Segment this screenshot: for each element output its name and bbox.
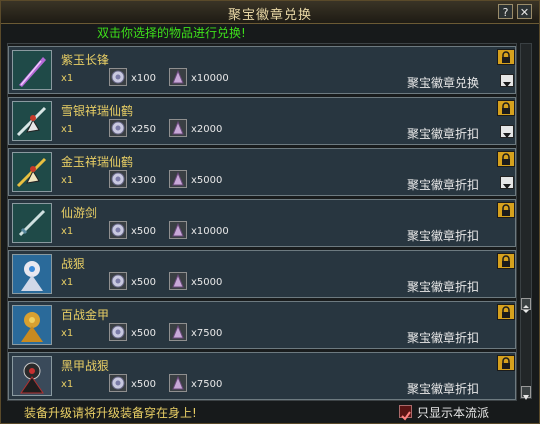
- crystal-currency-icon: [169, 68, 187, 86]
- item-name: 仙游剑: [61, 206, 98, 220]
- black-armor-icon: [12, 356, 52, 396]
- crystal-cost: x10000: [191, 73, 229, 84]
- golden-crane-icon: [12, 152, 52, 192]
- item-row[interactable]: 金玉祥瑞仙鹤 x1 x300 x5000 聚宝徽章折扣: [8, 148, 516, 196]
- badge-cost: x100: [131, 73, 157, 84]
- item-quantity: x1: [61, 124, 74, 135]
- badge-cost: x500: [131, 226, 157, 237]
- exchange-window: 聚宝徽章兑换 ? ✕ 双击你选择的物品进行兑换! 紫玉长锋 x1 x100 x1…: [0, 0, 540, 424]
- item-row[interactable]: 仙游剑 x1 x500 x10000 聚宝徽章折扣: [8, 199, 516, 247]
- crystal-cost: x5000: [191, 175, 223, 186]
- item-name: 金玉祥瑞仙鹤: [61, 155, 134, 169]
- item-row[interactable]: 雪银祥瑞仙鹤 x1 x250 x2000 聚宝徽章折扣: [8, 97, 516, 145]
- badge-cost: x300: [131, 175, 157, 186]
- armor-icon: [12, 254, 52, 294]
- lock-icon[interactable]: [497, 49, 515, 65]
- dropdown-arrow-icon[interactable]: [500, 176, 514, 189]
- help-button[interactable]: ?: [498, 4, 513, 19]
- item-name: 紫玉长锋: [61, 53, 110, 67]
- dropdown-arrow-icon[interactable]: [500, 125, 514, 138]
- item-row[interactable]: 紫玉长锋 x1 x100 x10000 聚宝徽章兑换: [8, 46, 516, 94]
- badge-currency-icon: [109, 68, 127, 86]
- exchange-type-label: 聚宝徽章折扣: [407, 280, 480, 294]
- gold-armor-icon: [12, 305, 52, 345]
- crystal-cost: x7500: [191, 379, 223, 390]
- item-quantity: x1: [61, 175, 74, 186]
- close-button[interactable]: ✕: [517, 4, 532, 19]
- crystal-cost: x2000: [191, 124, 223, 135]
- exchange-type-label: 聚宝徽章折扣: [407, 331, 480, 345]
- instruction-hint: 双击你选择的物品进行兑换!: [97, 26, 246, 40]
- item-name: 战狠: [61, 257, 86, 271]
- crystal-currency-icon: [169, 272, 187, 290]
- window-title: 聚宝徽章兑换: [227, 8, 312, 23]
- badge-cost: x500: [131, 379, 157, 390]
- badge-cost: x500: [131, 328, 157, 339]
- item-quantity: x1: [61, 226, 74, 237]
- lock-icon[interactable]: [497, 100, 515, 116]
- dropdown-arrow-icon[interactable]: [500, 74, 514, 87]
- lock-icon[interactable]: [497, 151, 515, 167]
- lock-icon[interactable]: [497, 355, 515, 371]
- item-name: 黑甲战狠: [61, 359, 110, 373]
- item-name: 雪银祥瑞仙鹤: [61, 104, 134, 118]
- scroll-down-arrow-icon[interactable]: [521, 386, 531, 400]
- badge-currency-icon: [109, 170, 127, 188]
- show-own-school-label: 只显示本流派: [417, 406, 490, 420]
- purple-blade-icon: [12, 50, 52, 90]
- crystal-cost: x5000: [191, 277, 223, 288]
- badge-currency-icon: [109, 323, 127, 341]
- item-quantity: x1: [61, 73, 74, 84]
- item-quantity: x1: [61, 328, 74, 339]
- title-bar: 聚宝徽章兑换 ? ✕: [1, 1, 539, 24]
- item-row[interactable]: 百战金甲 x1 x500 x7500 聚宝徽章折扣: [8, 301, 516, 349]
- exchange-type-label: 聚宝徽章折扣: [407, 127, 480, 141]
- crystal-currency-icon: [169, 170, 187, 188]
- badge-currency-icon: [109, 119, 127, 137]
- exchange-type-label: 聚宝徽章兑换: [407, 76, 480, 90]
- badge-cost: x250: [131, 124, 157, 135]
- sword-icon: [12, 203, 52, 243]
- lock-icon[interactable]: [497, 202, 515, 218]
- crystal-currency-icon: [169, 119, 187, 137]
- badge-currency-icon: [109, 272, 127, 290]
- crystal-currency-icon: [169, 374, 187, 392]
- exchange-type-label: 聚宝徽章折扣: [407, 178, 480, 192]
- show-own-school-checkbox[interactable]: [399, 405, 412, 421]
- lock-icon[interactable]: [497, 253, 515, 269]
- badge-cost: x500: [131, 277, 157, 288]
- scroll-thumb[interactable]: [521, 298, 531, 313]
- item-quantity: x1: [61, 379, 74, 390]
- crystal-cost: x7500: [191, 328, 223, 339]
- scrollbar[interactable]: [520, 43, 532, 400]
- silver-crane-icon: [12, 101, 52, 141]
- item-row[interactable]: 黑甲战狠 x1 x500 x7500 聚宝徽章折扣: [8, 352, 516, 400]
- item-quantity: x1: [61, 277, 74, 288]
- exchange-type-label: 聚宝徽章折扣: [407, 382, 480, 396]
- crystal-currency-icon: [169, 221, 187, 239]
- lock-icon[interactable]: [497, 304, 515, 320]
- item-row[interactable]: 战狠 x1 x500 x5000 聚宝徽章折扣: [8, 250, 516, 298]
- crystal-cost: x10000: [191, 226, 229, 237]
- crystal-currency-icon: [169, 323, 187, 341]
- item-list: 紫玉长锋 x1 x100 x10000 聚宝徽章兑换 雪银祥瑞仙鹤 x1 x25…: [7, 43, 517, 401]
- badge-currency-icon: [109, 374, 127, 392]
- upgrade-notice: 装备升级请将升级装备穿在身上!: [24, 406, 197, 420]
- badge-currency-icon: [109, 221, 127, 239]
- item-name: 百战金甲: [61, 308, 110, 322]
- exchange-type-label: 聚宝徽章折扣: [407, 229, 480, 243]
